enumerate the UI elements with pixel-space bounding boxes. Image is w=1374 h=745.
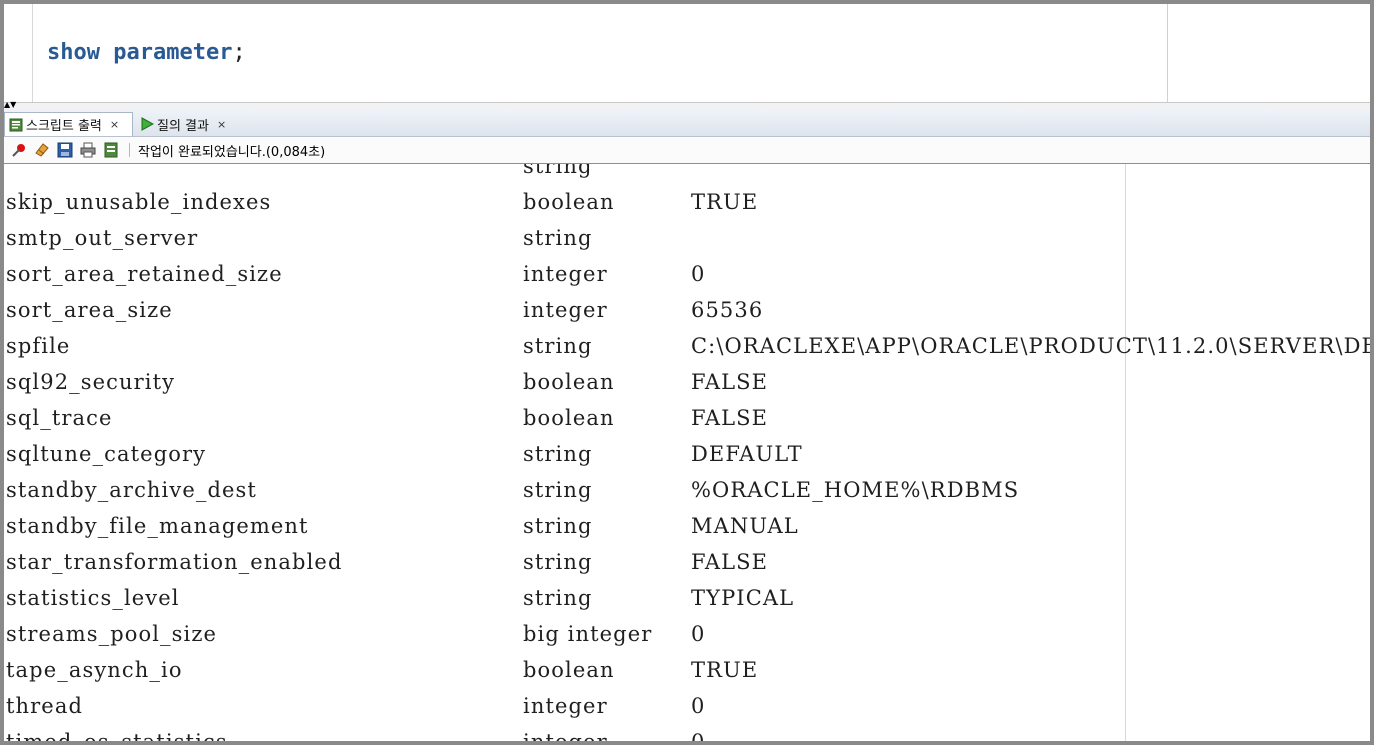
param-name: thread — [6, 694, 83, 718]
toolbar-separator — [129, 143, 130, 157]
param-value: 0 — [691, 730, 705, 741]
save-icon[interactable] — [57, 142, 73, 158]
param-name: smtp_out_server — [6, 226, 199, 250]
output-row: statistics_level string TYPICAL — [4, 574, 1370, 610]
param-type: string — [523, 442, 593, 466]
tab-script-output-label: 스크립트 출력 — [26, 119, 102, 134]
right-margin-line — [1167, 4, 1168, 102]
param-name: standby_file_management — [6, 514, 309, 538]
param-type: string — [523, 334, 593, 358]
statement-terminator: ; — [232, 40, 246, 65]
param-type: boolean — [523, 370, 615, 394]
eraser-icon[interactable] — [34, 142, 50, 158]
output-row: smtp_out_server string — [4, 214, 1370, 250]
param-type: integer — [523, 730, 608, 741]
param-name: timed_os_statistics — [6, 730, 228, 741]
result-tab-bar: 스크립트 출력 × 질의 결과 × — [4, 110, 1370, 137]
print-icon[interactable] — [80, 142, 96, 158]
param-name: star_transformation_enabled — [6, 550, 343, 574]
param-name: sort_area_size — [6, 298, 173, 322]
param-type: string — [523, 164, 593, 178]
output-toolbar: 작업이 완료되었습니다.(0,084초) — [4, 137, 1370, 164]
output-row: sort_area_size integer 65536 — [4, 286, 1370, 322]
param-type: big integer — [523, 622, 653, 646]
script-output-pane[interactable]: string skip_unusable_indexes boolean TRUE s… — [4, 164, 1370, 741]
param-type: string — [523, 514, 593, 538]
output-row: spfile string C:\ORACLEXE\APP\ORACLE\PRODU… — [4, 322, 1370, 358]
keyword-parameter: parameter — [113, 40, 233, 65]
param-type: integer — [523, 262, 608, 286]
param-type: boolean — [523, 190, 615, 214]
output-row: sql92_security boolean FALSE — [4, 358, 1370, 394]
output-row: skip_unusable_indexes boolean TRUE — [4, 178, 1370, 214]
param-value: TYPICAL — [691, 586, 795, 610]
param-value: 0 — [691, 694, 706, 718]
status-message: 작업이 완료되었습니다.(0,084초) — [138, 144, 326, 160]
param-name: sql92_security — [6, 370, 176, 394]
param-type: integer — [523, 694, 608, 718]
param-type: string — [523, 226, 593, 250]
param-name: sqltune_category — [6, 442, 207, 466]
export-icon[interactable] — [103, 142, 119, 158]
output-row-partial: string — [4, 164, 1370, 178]
script-output-icon — [9, 118, 23, 131]
output-row: thread integer 0 — [4, 682, 1370, 718]
param-name: tape_asynch_io — [6, 658, 183, 682]
param-value: 0 — [691, 262, 706, 286]
param-name: spfile — [6, 334, 71, 358]
param-name: sql_trace — [6, 406, 113, 430]
tab-script-output[interactable]: 스크립트 출력 × — [4, 112, 133, 136]
param-type: boolean — [523, 406, 615, 430]
param-value: DEFAULT — [691, 442, 803, 466]
param-type: string — [523, 550, 593, 574]
output-row: standby_file_management string MANUAL — [4, 502, 1370, 538]
param-name: statistics_level — [6, 586, 180, 610]
param-value: FALSE — [691, 550, 769, 574]
output-row: star_transformation_enabled string FALSE — [4, 538, 1370, 574]
tab-query-result[interactable]: 질의 결과 × — [136, 112, 240, 136]
param-type: boolean — [523, 658, 615, 682]
output-row: sqltune_category string DEFAULT — [4, 430, 1370, 466]
output-row: sql_trace boolean FALSE — [4, 394, 1370, 430]
close-icon[interactable]: × — [110, 118, 119, 131]
run-icon — [141, 117, 154, 131]
output-row: sort_area_retained_size integer 0 — [4, 250, 1370, 286]
gutter-divider — [32, 4, 33, 102]
param-value: C:\ORACLEXE\APP\ORACLE\PRODUCT\11.2.0\SE… — [691, 334, 1370, 358]
sql-statement[interactable]: show parameter; — [47, 40, 246, 65]
sql-developer-window: show parameter; ▲▼ 스크립트 출력 × 질의 결과 × 작업이… — [4, 4, 1370, 741]
param-name: standby_archive_dest — [6, 478, 257, 502]
tab-query-result-label: 질의 결과 — [157, 118, 209, 134]
param-name: sort_area_retained_size — [6, 262, 283, 286]
param-value: 65536 — [691, 298, 764, 322]
param-value: FALSE — [691, 370, 769, 394]
param-name: skip_unusable_indexes — [6, 190, 272, 214]
param-value: FALSE — [691, 406, 769, 430]
param-value: 0 — [691, 622, 706, 646]
close-icon[interactable]: × — [217, 118, 226, 131]
param-type: integer — [523, 298, 608, 322]
param-value: TRUE — [691, 190, 759, 214]
splitter-arrows-icon[interactable]: ▲▼ — [4, 101, 16, 109]
sql-worksheet-editor[interactable]: show parameter; — [4, 4, 1370, 102]
param-value: MANUAL — [691, 514, 799, 538]
param-value: TRUE — [691, 658, 759, 682]
output-row: streams_pool_size big integer 0 — [4, 610, 1370, 646]
pin-icon[interactable] — [11, 142, 27, 158]
param-type: string — [523, 586, 593, 610]
output-row: standby_archive_dest string %ORACLE_HOME%\… — [4, 466, 1370, 502]
keyword-show: show — [47, 40, 100, 65]
param-name: streams_pool_size — [6, 622, 218, 646]
output-row: tape_asynch_io boolean TRUE — [4, 646, 1370, 682]
param-type: string — [523, 478, 593, 502]
output-row: timed_os_statistics integer 0 — [4, 718, 1370, 741]
param-value: %ORACLE_HOME%\RDBMS — [691, 478, 1020, 502]
